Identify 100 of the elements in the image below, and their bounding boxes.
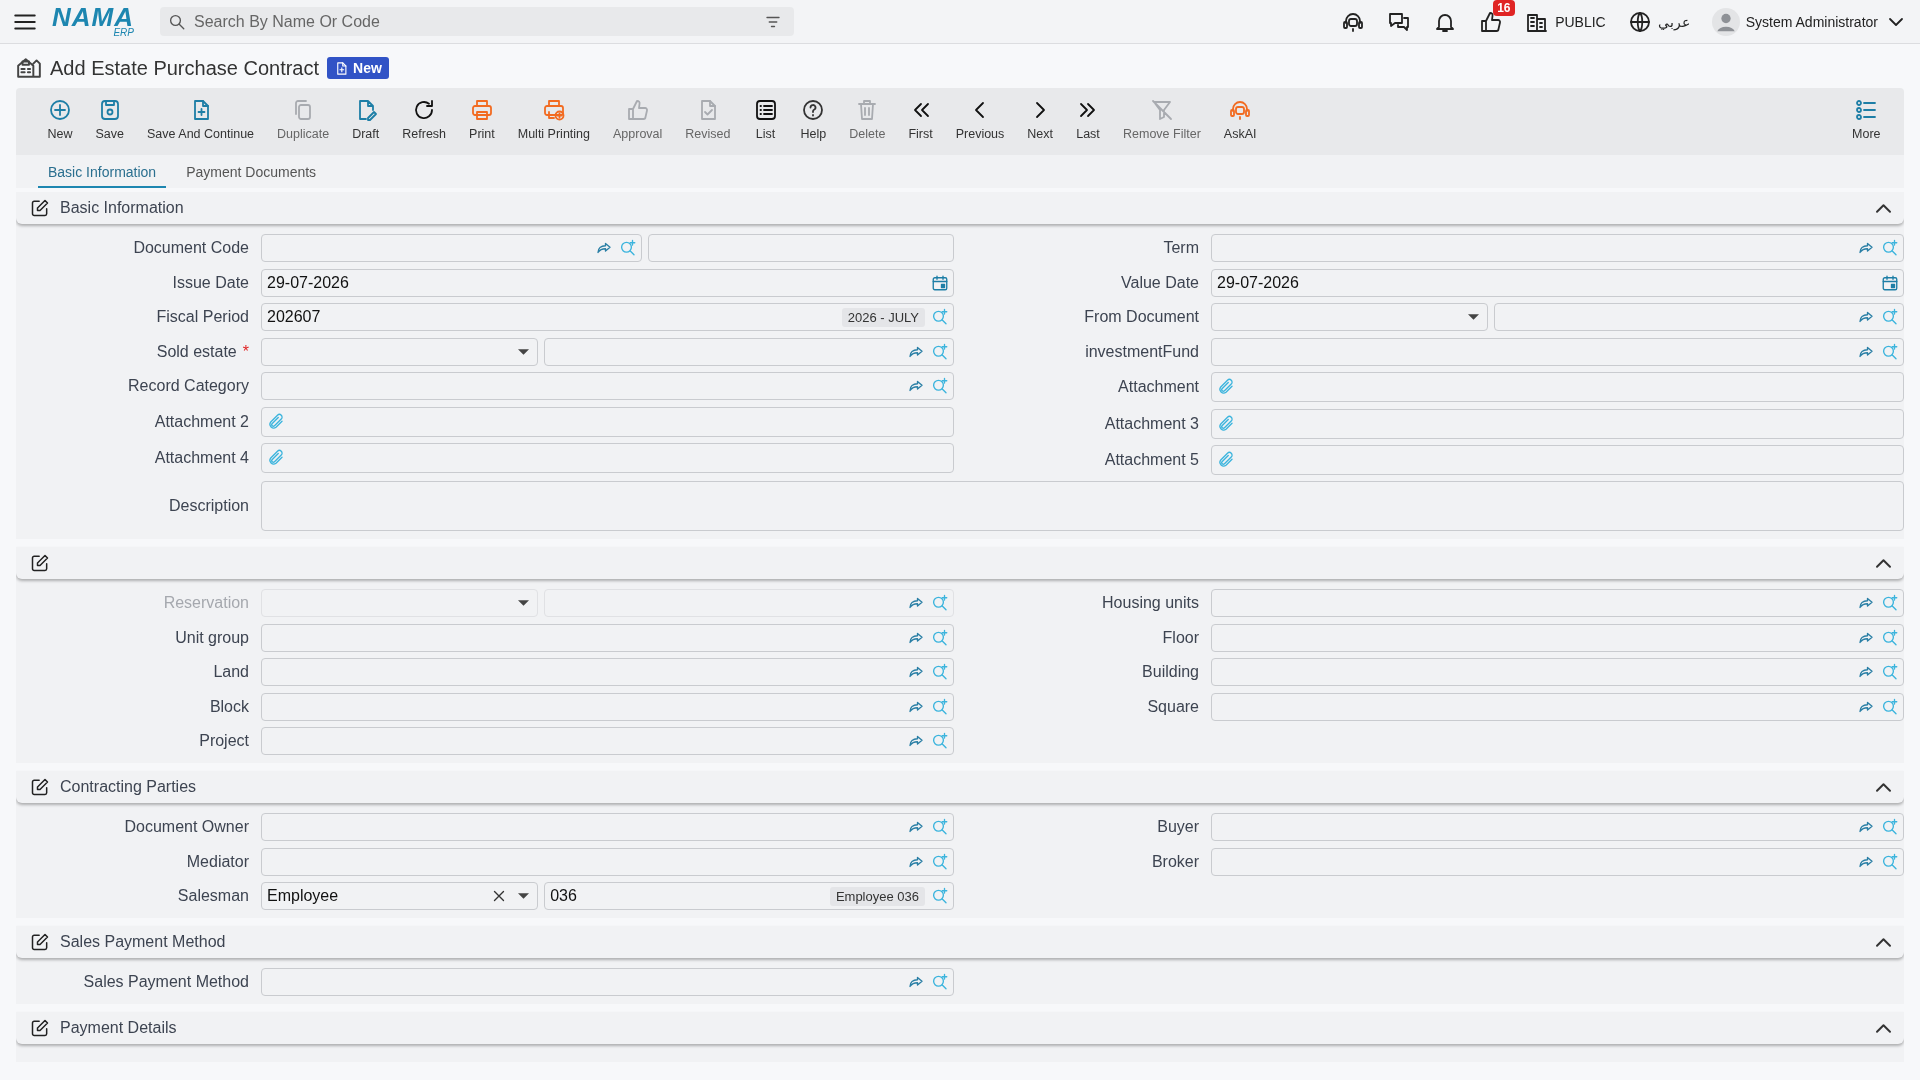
section-header[interactable]: Contracting Parties (16, 771, 1904, 803)
lookup-field[interactable] (261, 372, 954, 400)
lookup-field[interactable] (544, 589, 954, 617)
field-label: Unit group (175, 628, 249, 647)
date-field[interactable]: 29-07-2026 (1211, 268, 1904, 297)
lookup-field[interactable] (261, 727, 954, 755)
toolbar-button[interactable]: List (742, 88, 789, 141)
lookup-field[interactable] (261, 623, 954, 652)
lookup-field[interactable] (1211, 623, 1904, 652)
search-add-icon[interactable] (931, 852, 949, 871)
toolbar-button[interactable]: Help (789, 88, 838, 141)
list-icon (1854, 98, 1879, 122)
search-add-icon[interactable] (931, 697, 949, 716)
lookup-field[interactable] (1211, 589, 1904, 617)
attachment-field[interactable] (1211, 372, 1904, 402)
lookup-field[interactable] (1211, 813, 1904, 841)
lookup-field[interactable] (261, 847, 954, 876)
toolbar-button[interactable]: More (1840, 88, 1892, 141)
search-add-icon[interactable] (931, 818, 949, 836)
search-add-icon[interactable] (1881, 818, 1899, 836)
dropdown[interactable] (1211, 303, 1489, 331)
chevron-up-icon[interactable] (1877, 938, 1890, 946)
chevron-up-icon[interactable] (1877, 559, 1890, 567)
toolbar-button[interactable]: First (896, 88, 945, 141)
lookup-field[interactable]: 036 Employee 036 (544, 882, 954, 910)
toolbar-button[interactable]: Save And Continue (135, 88, 266, 141)
search-add-icon[interactable] (931, 594, 949, 612)
search-add-icon[interactable] (1881, 628, 1899, 647)
search-add-icon[interactable] (1881, 663, 1899, 681)
lookup-field[interactable] (1211, 658, 1904, 686)
search-add-icon[interactable] (1881, 239, 1899, 257)
section-header[interactable]: Sales Payment Method (16, 926, 1904, 958)
chevron-up-icon[interactable] (1877, 783, 1890, 791)
toolbar-button[interactable]: Last (1064, 88, 1112, 141)
lookup-field[interactable] (261, 692, 954, 721)
dropdown[interactable] (261, 337, 539, 366)
paperclip-icon[interactable] (1217, 378, 1235, 396)
lookup-field[interactable] (261, 813, 954, 841)
toolbar-button[interactable]: Next (1015, 88, 1065, 141)
paperclip-icon[interactable] (267, 449, 285, 467)
toolbar-button[interactable]: Refresh (390, 88, 458, 141)
toolbar-button[interactable]: New (36, 88, 84, 141)
search-add-icon[interactable] (1881, 697, 1899, 716)
section-header[interactable]: Payment Details (16, 1012, 1904, 1044)
lookup-field[interactable] (1211, 692, 1904, 721)
section-header[interactable]: Basic Information (16, 192, 1904, 224)
date-field[interactable]: 29-07-2026 (261, 268, 954, 297)
search-add-icon[interactable] (931, 342, 949, 361)
search-add-icon[interactable] (931, 732, 949, 750)
chevron-up-icon[interactable] (1877, 204, 1890, 212)
toolbar-button[interactable]: Draft (340, 88, 391, 141)
input-field[interactable] (648, 234, 954, 262)
search-add-icon[interactable] (931, 663, 949, 681)
search-add-icon[interactable] (931, 628, 949, 647)
section-title: Payment Details (60, 1019, 177, 1037)
tab[interactable]: Basic Information (38, 164, 167, 188)
help-icon (801, 98, 826, 122)
search-add-icon[interactable] (931, 377, 949, 395)
toolbar-button[interactable]: AskAI (1212, 88, 1268, 141)
attachment-field[interactable] (261, 443, 954, 473)
search-add-icon[interactable] (1881, 852, 1899, 871)
calendar-icon[interactable] (931, 273, 949, 292)
toolbar-button[interactable]: Multi Printing (506, 88, 602, 141)
field-label: Issue Date (172, 273, 249, 292)
paperclip-icon[interactable] (1217, 451, 1235, 469)
field-label: Attachment 2 (154, 412, 249, 431)
search-add-icon[interactable] (619, 239, 638, 257)
search-add-icon[interactable] (1881, 594, 1899, 612)
lookup-field[interactable]: 202607 2026 - JULY (261, 303, 954, 331)
paperclip-icon[interactable] (1217, 414, 1235, 433)
search-add-icon[interactable] (931, 887, 949, 905)
language-link[interactable]: عربي (1657, 13, 1690, 30)
toolbar-button[interactable]: Previous (944, 88, 1016, 141)
logo[interactable]: NAMA (52, 5, 134, 28)
search-add-icon[interactable] (1881, 342, 1899, 361)
paperclip-icon[interactable] (267, 412, 285, 431)
dropdown[interactable]: Employee (261, 882, 539, 910)
attachment-field[interactable] (261, 406, 954, 437)
chevron-up-icon[interactable] (1877, 1024, 1890, 1032)
lookup-field[interactable] (544, 337, 954, 366)
attachment-field[interactable] (1211, 408, 1904, 439)
calendar-icon[interactable] (1881, 273, 1899, 292)
user-name[interactable]: System Administrator (1745, 13, 1878, 30)
search-field[interactable]: Search By Name Or Code (160, 7, 794, 36)
branch-name[interactable]: PUBLIC (1555, 13, 1606, 30)
toolbar-button[interactable]: Save (84, 88, 136, 141)
lookup-field[interactable] (1211, 234, 1904, 262)
lookup-field[interactable] (1211, 847, 1904, 876)
search-add-icon[interactable] (1881, 308, 1899, 326)
lookup-field[interactable] (261, 658, 954, 686)
lookup-field[interactable] (261, 968, 954, 996)
toolbar-button[interactable]: Print (457, 88, 507, 141)
text-area[interactable] (261, 481, 1904, 531)
lookup-field[interactable] (1494, 303, 1904, 331)
search-add-icon[interactable] (931, 973, 949, 991)
attachment-field[interactable] (1211, 445, 1904, 475)
search-add-icon[interactable] (931, 308, 949, 326)
lookup-field[interactable] (261, 234, 643, 262)
lookup-field[interactable] (1211, 337, 1904, 366)
tab[interactable]: Payment Documents (176, 164, 327, 188)
